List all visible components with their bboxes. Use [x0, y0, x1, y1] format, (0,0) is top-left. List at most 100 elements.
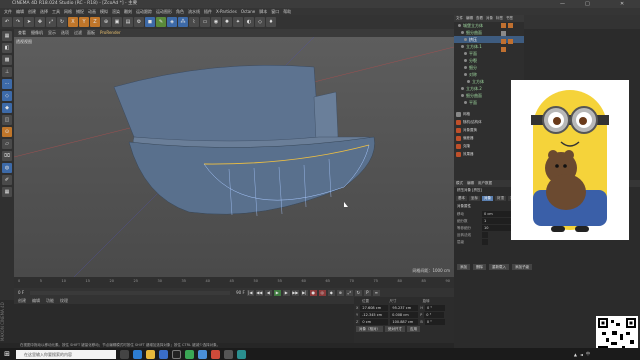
- obj-menu-object[interactable]: 对象: [486, 15, 493, 22]
- attr-menu-userdata[interactable]: 用户数据: [478, 180, 492, 187]
- menu-tools[interactable]: 工具: [52, 8, 60, 15]
- camera-icon[interactable]: ◉: [211, 17, 221, 27]
- obj-menu-tags[interactable]: 标签: [496, 15, 503, 22]
- sculpt-icon[interactable]: ◍: [2, 163, 12, 173]
- workplane-icon[interactable]: ▱: [2, 139, 12, 149]
- frame-range-slider[interactable]: [30, 290, 231, 295]
- menu-plugins[interactable]: 插件: [204, 8, 212, 15]
- maximize-button[interactable]: □: [585, 0, 590, 8]
- attr-checkbox[interactable]: [482, 232, 488, 238]
- obj-menu-view[interactable]: 查看: [476, 15, 483, 22]
- menu-help[interactable]: 帮助: [283, 8, 291, 15]
- play-icon[interactable]: ▶: [273, 289, 281, 296]
- snap-icon[interactable]: ⊙: [2, 127, 12, 137]
- menu-render[interactable]: 渲染: [112, 8, 120, 15]
- menu-octane[interactable]: Octane: [241, 8, 255, 15]
- world-coords-icon[interactable]: ⊕: [101, 17, 111, 27]
- array-icon[interactable]: ⁂: [178, 17, 188, 27]
- attr-menu-edit[interactable]: 编辑: [467, 180, 474, 187]
- scale-icon[interactable]: ⤢: [46, 17, 56, 27]
- axis-mode-icon[interactable]: ⊥: [2, 67, 12, 77]
- qq-icon[interactable]: [198, 349, 207, 359]
- material-function[interactable]: 功能: [46, 298, 54, 303]
- tag-icon[interactable]: [508, 23, 513, 28]
- model-mode-icon[interactable]: ◧: [2, 43, 12, 53]
- ime-icon[interactable]: 中: [586, 351, 590, 357]
- render-picture-icon[interactable]: ▤: [123, 17, 133, 27]
- obj-menu-file[interactable]: 文件: [456, 15, 463, 22]
- browser-item[interactable]: 偏差器: [454, 134, 512, 142]
- select-arrow-icon[interactable]: ➤: [24, 17, 34, 27]
- paint-icon[interactable]: ✐: [2, 175, 12, 185]
- next-frame-icon[interactable]: ▶: [282, 289, 290, 296]
- boat-model[interactable]: [14, 37, 454, 277]
- menu-sculpt[interactable]: 雕刻: [124, 8, 132, 15]
- material-texture[interactable]: 纹理: [60, 298, 68, 303]
- wechat-icon[interactable]: [185, 349, 194, 359]
- frame-start[interactable]: 0 F: [18, 290, 24, 295]
- texture-mode-icon[interactable]: ▩: [2, 55, 12, 65]
- octane-icon[interactable]: ◐: [244, 17, 254, 27]
- menu-create[interactable]: 创建: [28, 8, 36, 15]
- store-icon[interactable]: [159, 349, 168, 359]
- rotate-key-icon[interactable]: ↻: [354, 289, 362, 296]
- uv-mode-icon[interactable]: ◫: [2, 115, 12, 125]
- tag-icon[interactable]: [501, 39, 506, 44]
- menu-character[interactable]: 角色: [176, 8, 184, 15]
- position-x-field[interactable]: 27.608 cm: [360, 305, 389, 311]
- tag-icon[interactable]: [501, 31, 506, 36]
- menu-mograph[interactable]: 运动图形: [156, 8, 172, 15]
- menu-edit[interactable]: 编辑: [16, 8, 24, 15]
- menu-window[interactable]: 窗口: [271, 8, 279, 15]
- timeline[interactable]: 0 5 10 15 20 25 30 35 40 45 50 55 60 65 …: [14, 277, 454, 297]
- frame-end[interactable]: 90 F: [236, 290, 245, 295]
- motion-icon[interactable]: ⊕: [336, 289, 344, 296]
- menu-script[interactable]: 脚本: [259, 8, 267, 15]
- menu-simulate[interactable]: 模拟: [100, 8, 108, 15]
- make-editable-icon[interactable]: ▦: [2, 31, 12, 41]
- prev-key-icon[interactable]: ◀◀: [255, 289, 263, 296]
- panel-menu[interactable]: 面板: [87, 29, 95, 37]
- volume-icon[interactable]: ◄: [580, 352, 583, 357]
- z-axis-icon[interactable]: Z: [90, 17, 100, 27]
- next-key-icon[interactable]: ▶▶: [291, 289, 299, 296]
- edge-browser-icon[interactable]: [133, 349, 142, 359]
- file-explorer-icon[interactable]: [146, 349, 155, 359]
- timeline-menu-icon[interactable]: ≡: [372, 289, 380, 296]
- position-y-field[interactable]: -12.345 cm: [360, 312, 389, 318]
- tag-icon[interactable]: [501, 47, 506, 52]
- tab-basic[interactable]: 基本: [456, 196, 467, 201]
- menu-snap[interactable]: 捕捉: [76, 8, 84, 15]
- browser-item[interactable]: 克隆: [454, 142, 512, 150]
- prev-frame-icon[interactable]: ◀: [264, 289, 272, 296]
- reload-button[interactable]: 重新载入: [489, 264, 509, 270]
- undo-icon[interactable]: ↶: [2, 17, 12, 27]
- render-view-icon[interactable]: ▣: [112, 17, 122, 27]
- options-menu[interactable]: 选项: [61, 29, 69, 37]
- misc-tool-icon[interactable]: ◇: [255, 17, 265, 27]
- material-create[interactable]: 创建: [18, 298, 26, 303]
- browser-item[interactable]: 网格: [454, 110, 512, 118]
- size-z-field[interactable]: 100.887 cm: [390, 319, 419, 325]
- add-button[interactable]: 添加: [457, 264, 470, 270]
- render-settings-icon[interactable]: ⚙: [134, 17, 144, 27]
- minimize-button[interactable]: —: [560, 0, 565, 8]
- size-mode-select[interactable]: 绝对尺寸: [385, 326, 405, 332]
- tab-object[interactable]: 对象: [482, 196, 493, 201]
- browser-item[interactable]: 对象置换: [454, 126, 512, 134]
- menu-select[interactable]: 选择: [40, 8, 48, 15]
- tag-icon[interactable]: [501, 23, 506, 28]
- rotation-h-field[interactable]: 0 °: [425, 305, 446, 311]
- cinema4d-taskbar-icon[interactable]: [172, 349, 181, 359]
- apply-button[interactable]: 应用: [407, 326, 420, 332]
- subdivision-icon[interactable]: ◈: [167, 17, 177, 27]
- tab-coord[interactable]: 坐标: [469, 196, 480, 201]
- scale-key-icon[interactable]: ⤢: [345, 289, 353, 296]
- attr-menu-mode[interactable]: 模式: [456, 180, 463, 187]
- size-y-field[interactable]: 0.008 cm: [390, 312, 419, 318]
- app-icon[interactable]: [237, 349, 246, 359]
- autokey-icon[interactable]: ◎: [318, 289, 326, 296]
- obj-menu-edit[interactable]: 编辑: [466, 15, 473, 22]
- y-axis-icon[interactable]: Y: [79, 17, 89, 27]
- delete-button[interactable]: 删除: [473, 264, 486, 270]
